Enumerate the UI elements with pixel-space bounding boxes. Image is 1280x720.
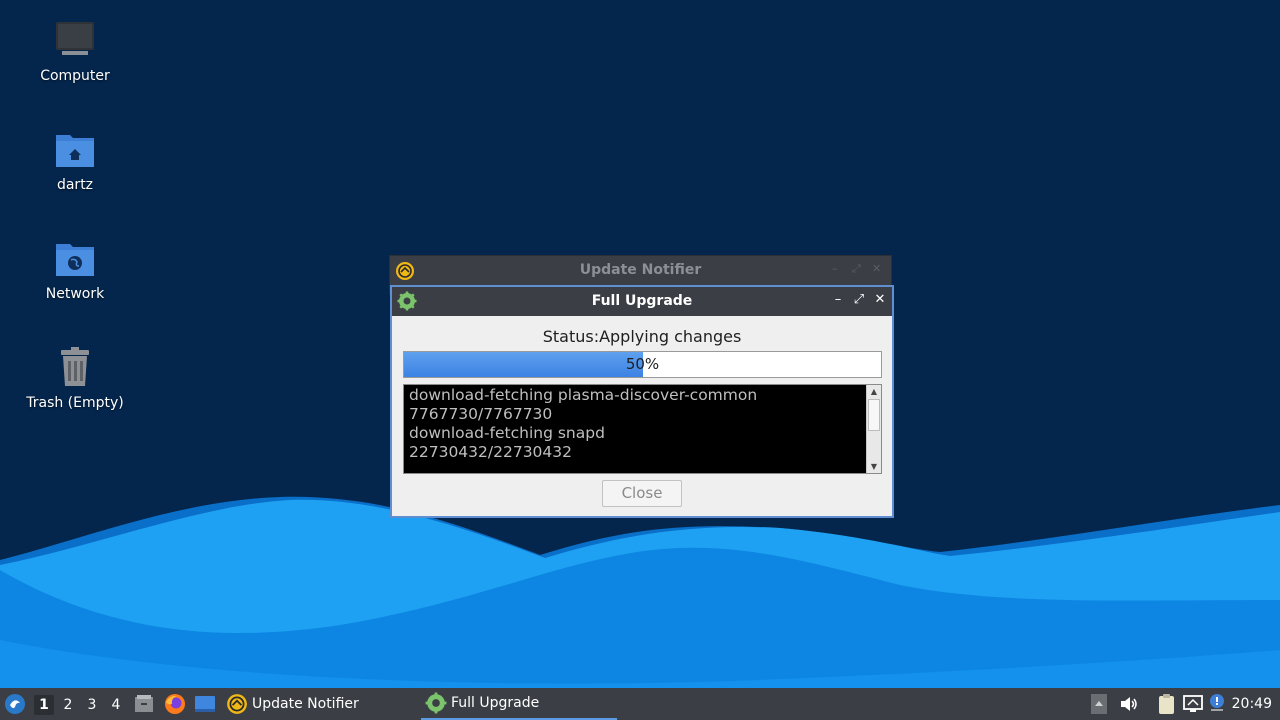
minimize-button[interactable]: – [832, 262, 838, 275]
desktop-icon-label: Network [45, 286, 105, 302]
computer-icon [56, 22, 94, 55]
desktop-icon-home[interactable]: dartz [10, 127, 140, 193]
taskbar-task-full-upgrade[interactable]: Full Upgrade [421, 688, 617, 720]
log-line: download-fetching snapd [409, 424, 605, 442]
desktop-icon-trash[interactable]: Trash (Empty) [10, 345, 140, 411]
workspace-2[interactable]: 2 [58, 695, 78, 715]
notification-icon[interactable] [1207, 693, 1227, 713]
gear-icon [425, 692, 447, 714]
tray-expand-icon[interactable] [1091, 694, 1107, 714]
task-label: Update Notifier [252, 696, 359, 712]
taskbar-task-update-notifier[interactable]: Update Notifier [226, 688, 416, 720]
title-bar[interactable]: Full Upgrade – ⤢ ✕ [392, 287, 892, 316]
minimize-button[interactable]: – [830, 292, 846, 308]
workspace-3[interactable]: 3 [82, 695, 102, 715]
close-button[interactable]: ✕ [872, 262, 881, 275]
log-line: 22730432/22730432 [409, 443, 573, 461]
file-manager-icon[interactable] [134, 694, 154, 714]
window-title: Update Notifier [579, 262, 702, 278]
log-lines: download-fetching plasma-discover-common… [409, 386, 863, 462]
network-folder-icon [56, 244, 94, 276]
clock[interactable]: 20:49 [1232, 696, 1272, 712]
desktop-icon-label: Trash (Empty) [26, 395, 124, 411]
maximize-button[interactable]: ⤢ [851, 292, 867, 308]
close-window-button[interactable]: ✕ [872, 292, 888, 308]
progress-label: 50% [625, 355, 660, 373]
log-line: 7767730/7767730 [409, 405, 553, 423]
update-notifier-icon [227, 694, 247, 714]
full-upgrade-window: Full Upgrade – ⤢ ✕ Status:Applying chang… [390, 285, 894, 518]
clipboard-icon[interactable] [1155, 693, 1177, 715]
network-icon[interactable] [1182, 693, 1204, 715]
home-folder-icon [56, 135, 94, 167]
progress-bar: 50% [403, 351, 882, 378]
desktop-icon-label: Computer [40, 68, 110, 84]
workspace-4[interactable]: 4 [106, 695, 126, 715]
scroll-down-arrow-icon[interactable]: ▼ [867, 460, 881, 473]
firefox-icon[interactable] [164, 693, 186, 715]
show-desktop-icon[interactable] [194, 694, 216, 714]
volume-icon[interactable] [1118, 693, 1140, 715]
log-output[interactable]: download-fetching plasma-discover-common… [403, 384, 882, 474]
window-title: Full Upgrade [591, 293, 693, 309]
start-menu-icon[interactable] [4, 693, 26, 715]
desktop-icon-network[interactable]: Network [10, 236, 140, 302]
workspace-1[interactable]: 1 [34, 695, 54, 715]
close-button[interactable]: Close [602, 480, 682, 507]
scroll-up-arrow-icon[interactable]: ▲ [867, 385, 881, 398]
desktop-icon-computer[interactable]: Computer [10, 18, 140, 84]
status-label: Status:Applying changes [542, 327, 742, 346]
task-label: Full Upgrade [451, 695, 540, 711]
maximize-button[interactable]: ⤢ [852, 262, 861, 276]
log-line: download-fetching plasma-discover-common [409, 386, 758, 404]
taskbar: 1 2 3 4 Update Notifier Full Upgrade 20:… [0, 688, 1280, 720]
trash-icon [61, 347, 89, 386]
log-scrollbar[interactable]: ▲ ▼ [866, 385, 881, 473]
scroll-thumb[interactable] [868, 399, 880, 431]
desktop-icon-label: dartz [56, 177, 94, 193]
